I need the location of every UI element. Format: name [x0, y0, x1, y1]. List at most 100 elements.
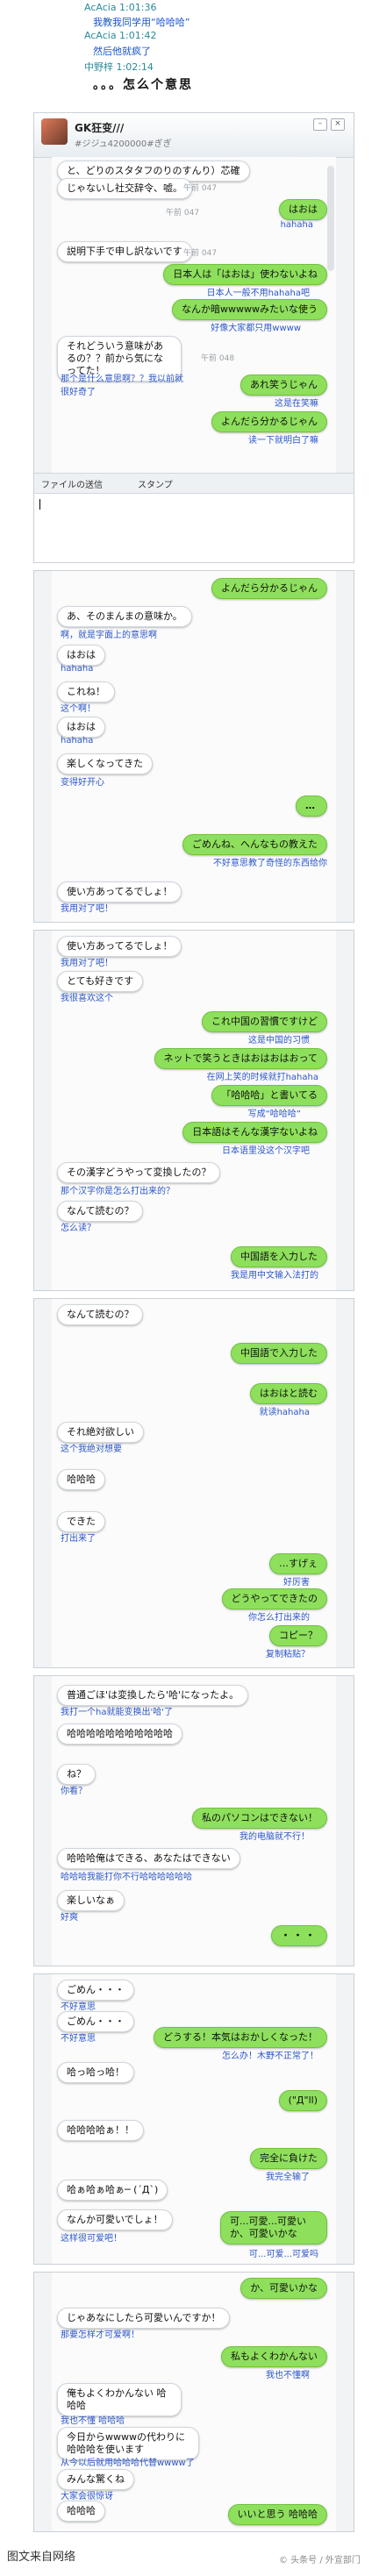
chat-screenshot-2: よんだら分かるじゃん あ、そのまんまの意味か。 啊，就是字面上的意思啊 はおは …	[33, 570, 354, 923]
timestamp: 午前 047	[166, 209, 200, 218]
message-area: か、可愛いかな じゃあなにしたら可愛いんですか！ 那要怎样才可爱啊！ 私もよくわ…	[52, 2273, 336, 2531]
translation-note: 我用对了吧！	[61, 959, 113, 968]
message-bubble: 中国語で入力した	[231, 1343, 327, 1364]
message-bubble: これね！	[57, 681, 115, 703]
translation-note: 这个我绝对想要	[61, 1445, 122, 1454]
message-bubble: か、可愛いかな	[240, 2278, 327, 2299]
message-bubble: 楽しいなぁ	[57, 1890, 125, 1911]
chat-screenshot-5: 普通ごほ'は変換したら'哈'になったよ。 我打一个ha就能变换出'哈'了 哈哈哈…	[33, 1675, 354, 1966]
translation-note: 这是中国的习惯	[248, 1036, 310, 1045]
message-bubble: 俺もよくわかんない 哈哈哈	[57, 2383, 182, 2416]
message-area: よんだら分かるじゃん あ、そのまんまの意味か。 啊，就是字面上的意思啊 はおは …	[52, 571, 336, 922]
message-bubble: ごめん・・・	[57, 1980, 134, 2001]
message-bubble: それ絶対欲しい	[57, 1422, 144, 1443]
message-bubble: 「哈哈哈」と書いてる	[211, 1085, 327, 1106]
timestamp: 午前 047	[183, 184, 218, 193]
translation-note: 变得好开心	[61, 778, 104, 788]
message-area: ごめん・・・ 不好意思 ごめん・・・ 不好意思 どうする！本気はおかしくなった！…	[52, 1974, 336, 2264]
message-bubble: あれ笑うじゃん	[240, 375, 327, 396]
close-button[interactable]: ×	[331, 118, 345, 131]
message-bubble: …すげぇ	[269, 1553, 327, 1574]
message-bubble: とても好きです	[57, 971, 144, 992]
chat-screenshot-6: ごめん・・・ 不好意思 ごめん・・・ 不好意思 どうする！本気はおかしくなった！…	[33, 1973, 354, 2265]
message-bubble: 哈哈哈	[57, 2501, 105, 2522]
send-file-button[interactable]: ファイルの送信	[41, 477, 103, 490]
message-input[interactable]	[34, 494, 354, 562]
message-bubble: 完全に負けた	[250, 2148, 327, 2169]
translation-note: 我的电脑就不行！	[239, 1832, 310, 1842]
message-bubble: ね？	[57, 1764, 96, 1785]
contact-name: GK狂变///	[75, 122, 125, 134]
translation-note: 在网上笑的时候就打hahaha	[206, 1073, 318, 1082]
message-bubble: 哈哈哈	[57, 1469, 105, 1490]
message-bubble: みんな驚くね	[57, 2469, 134, 2490]
message-bubble: これ中国の習慣ですけど	[202, 1011, 327, 1032]
message-bubble: 私もよくわかんない	[221, 2346, 327, 2367]
message-bubble: はおはと読む	[250, 1383, 327, 1404]
translation-note: 那要怎样才可爱啊！	[61, 2330, 139, 2340]
message-bubble: その漢字どうやって変換したの？	[57, 1162, 221, 1183]
timestamp: 午前 048	[201, 354, 235, 363]
translation-note: 这是在笑嘛	[275, 399, 318, 409]
footer: 图文来自网络 © 头条号 / 外宣部门	[0, 2535, 386, 2576]
chat-sender-line: AcAcia 1:01:42	[84, 30, 157, 41]
translation-note: 读一下就明白了嘛	[248, 436, 318, 446]
translation-note: 啊，就是字面上的意思啊	[61, 631, 157, 640]
message-bubble: ネットで笑うときはおはおはおって	[154, 1048, 327, 1069]
message-bubble: じゃないし社交辞令、嘘。	[57, 178, 192, 199]
translation-note: 我很喜欢这个	[61, 994, 113, 1003]
message-bubble: 使い方あってるでしょ！	[57, 881, 182, 903]
translation-note: 不好意思	[61, 2034, 96, 2044]
message-bubble: …	[296, 796, 327, 817]
message-bubble: 説明下手で申し訳ないです	[57, 241, 192, 262]
message-bubble: 哈ぁ哈ぁ哈ぁ─ (´Д`)	[57, 2180, 168, 2201]
message-bubble: はおは	[57, 645, 105, 666]
translation-note: hahaha	[61, 736, 94, 746]
message-bubble: 楽しくなってきた	[57, 753, 154, 774]
translation-note: 那个汉字你是怎么打出来的？	[61, 1187, 175, 1196]
message-bubble: いいと思う 哈哈哈	[227, 2504, 327, 2525]
translation-note: 从今以后就用哈哈哈代替wwww了	[61, 2458, 195, 2468]
message-bubble: じゃあなにしたら可愛いんですか！	[57, 2308, 231, 2329]
translation-note: 可...可爱...可爱吗	[248, 2250, 318, 2259]
translation-note: 我完全输了	[266, 2173, 310, 2182]
translation-note: 日本语里没这个汉字吧	[222, 1146, 310, 1156]
translation-note: 怎么办！木野不正常了！	[222, 2052, 318, 2061]
contact-status: #ジジュ4200000#ぎぎ	[75, 139, 172, 149]
translation-note: 我也不懂 哈哈哈	[61, 2416, 125, 2426]
chat-screenshot-4: なんて読むの？ 中国語で入力した はおはと読む 就读hahaha それ絶対欲しい…	[33, 1298, 354, 1668]
message-bubble: 哈哈哈俺はできる、あなたはできない	[57, 1848, 240, 1869]
translation-note: 大家会很惊讶	[61, 2492, 113, 2501]
message-bubble: なんか可愛いでしょ！	[57, 2209, 173, 2230]
message-bubble: できた	[57, 1511, 105, 1532]
message-bubble: 中国語を入力した	[231, 1246, 327, 1267]
message-bubble: どうする！本気はおかしくなった！	[154, 2027, 327, 2048]
message-bubble: ・・・	[271, 1925, 327, 1946]
timestamp: 午前 047	[183, 249, 218, 258]
message-bubble: 使い方あってるでしょ！	[57, 936, 182, 957]
message-bubble: 日本語はそんな漢字ないよね	[182, 1122, 327, 1143]
minimize-button[interactable]: –	[313, 118, 327, 131]
translation-note: 就读hahaha	[259, 1408, 310, 1417]
message-bubble: はおは	[279, 199, 327, 220]
message-bubble: コピー？	[269, 1625, 327, 1646]
message-bubble: 私のパソコンはできない！	[192, 1808, 327, 1829]
top-chat-log: AcAcia 1:01:36 我教我同学用“哈哈哈” AcAcia 1:01:4…	[0, 0, 386, 105]
source-caption: 图文来自网络	[7, 2551, 76, 2564]
message-area: と、どりのスタタフのりのすんり）芯確 じゃないし社交辞令、嘘。 午前 047 は…	[52, 157, 336, 475]
translation-note: 日本人一般不用hahaha吧	[206, 289, 310, 298]
chat-sender-line: AcAcia 1:01:36	[84, 2, 157, 13]
translation-note: 我打一个ha就能变换出'哈'了	[61, 1708, 173, 1717]
message-area: 普通ごほ'は変換したら'哈'になったよ。 我打一个ha就能变换出'哈'了 哈哈哈…	[52, 1676, 336, 1966]
scrollbar[interactable]	[327, 166, 334, 271]
text-caret	[39, 499, 40, 510]
chat-window-screenshot: GK狂变/// #ジジュ4200000#ぎぎ – × と、どりのスタタフのりのす…	[33, 112, 354, 563]
message-bubble: ごめんね、へんなもの教えた	[182, 834, 327, 855]
translation-note: 你看？	[61, 1787, 87, 1796]
chat-screenshot-7: か、可愛いかな じゃあなにしたら可愛いんですか！ 那要怎样才可爱啊！ 私もよくわ…	[33, 2272, 354, 2532]
message-bubble: 哈哈哈哈哈哈哈哈哈哈哈	[57, 1723, 182, 1745]
stamp-button[interactable]: スタンプ	[138, 477, 173, 490]
message-bubble: なんて読むの？	[57, 1201, 144, 1222]
translation-note: 好爽	[61, 1913, 78, 1923]
message-bubble: 哈哈哈哈ぁ！！	[57, 2120, 144, 2141]
